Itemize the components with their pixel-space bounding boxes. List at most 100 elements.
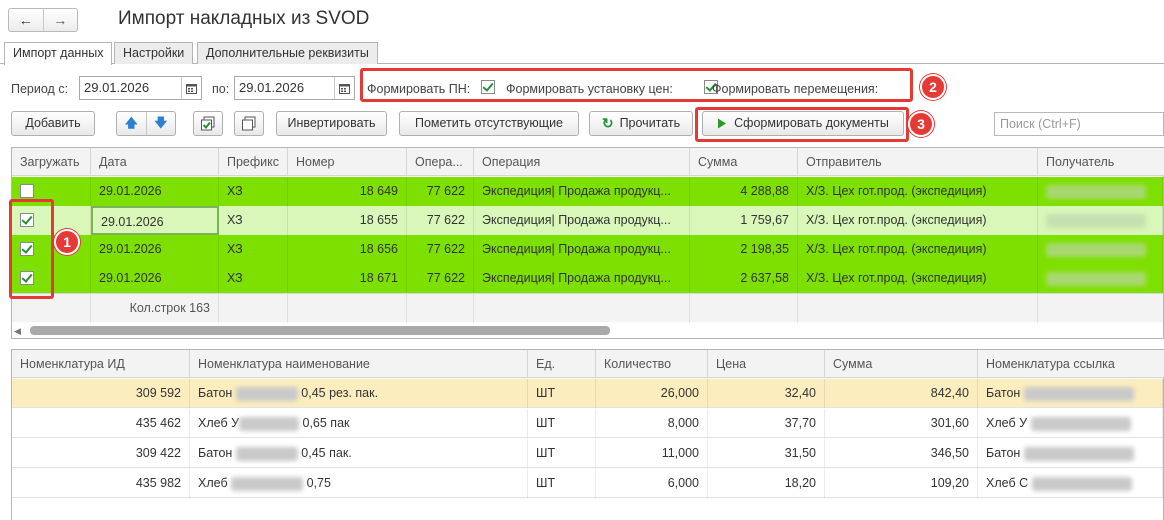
table-row[interactable]: 309 422 Батон 0,45 пак. ШТ 11,000 31,50 … <box>12 439 1163 468</box>
annotation-box-1 <box>9 199 54 299</box>
col-item-name[interactable]: Номенклатура наименование <box>190 350 528 378</box>
col-prefix[interactable]: Префикс <box>219 148 288 176</box>
cell-item-name: Хлеб У 0,65 пак <box>190 409 528 438</box>
load-checkbox[interactable] <box>20 184 34 198</box>
cell-receiver <box>1038 264 1163 293</box>
cell-unit: ШТ <box>528 409 596 438</box>
cell-unit: ШТ <box>528 469 596 498</box>
cell-item-id: 309 422 <box>12 439 190 468</box>
move-up-icon[interactable]: 🡅 <box>117 112 147 135</box>
cell-sender: Х/З. Цех гот.прод. (экспедиция) <box>798 235 1038 264</box>
cell-number: 18 656 <box>288 235 407 264</box>
col-number[interactable]: Номер <box>288 148 407 176</box>
period-to-field[interactable]: 29.01.2026 <box>234 76 355 100</box>
window-title: Импорт накладных из SVOD <box>118 8 370 29</box>
cell-prefix: ХЗ <box>219 206 288 235</box>
cell-prefix: ХЗ <box>219 264 288 293</box>
table-footer: Кол.строк 163 <box>12 293 1163 323</box>
col-sum[interactable]: Сумма <box>690 148 798 176</box>
annotation-box-3 <box>695 107 909 142</box>
cell-item-sum: 346,50 <box>825 439 978 468</box>
invert-button[interactable]: Инвертировать <box>276 111 387 136</box>
col-date[interactable]: Дата <box>91 148 219 176</box>
table-row[interactable]: 29.01.2026 ХЗ 18 649 77 622 Экспедиция| … <box>12 177 1163 206</box>
forward-button[interactable]: → <box>44 9 78 31</box>
cell-item-name: Батон 0,45 рез. пак. <box>190 379 528 408</box>
scroll-left-icon[interactable]: ◀ <box>14 327 21 336</box>
table-row[interactable]: 435 462 Хлеб У 0,65 пак ШТ 8,000 37,70 3… <box>12 409 1163 438</box>
mark-missing-button[interactable]: Пометить отсутствующие <box>399 111 579 136</box>
cell-quantity: 11,000 <box>596 439 708 468</box>
items-table-header: Номенклатура ИД Номенклатура наименовани… <box>12 350 1164 378</box>
cell-number: 18 671 <box>288 264 407 293</box>
col-item-sum[interactable]: Сумма <box>825 350 978 378</box>
col-item-link[interactable]: Номенклатура ссылка <box>978 350 1164 378</box>
history-nav: ← → <box>8 8 78 32</box>
move-buttons: 🡅 🡇 <box>116 111 176 136</box>
table-row[interactable]: 29.01.2026 ХЗ 18 671 77 622 Экспедиция| … <box>12 264 1163 293</box>
col-item-id[interactable]: Номенклатура ИД <box>12 350 190 378</box>
tab-import[interactable]: Импорт данных <box>4 42 113 65</box>
cell-quantity: 6,000 <box>596 469 708 498</box>
cell-sum: 2 637,58 <box>690 264 798 293</box>
calendar-icon[interactable] <box>334 77 354 99</box>
back-button[interactable]: ← <box>9 9 44 31</box>
cell-unit: ШТ <box>528 379 596 408</box>
cell-item-sum: 301,60 <box>825 409 978 438</box>
table-row[interactable]: 309 592 Батон 0,45 рез. пак. ШТ 26,000 3… <box>12 379 1163 408</box>
check-all-button[interactable] <box>193 111 223 136</box>
col-unit[interactable]: Ед. <box>528 350 596 378</box>
move-down-icon[interactable]: 🡇 <box>147 112 176 135</box>
annotation-box-2 <box>360 68 913 102</box>
cell-quantity: 26,000 <box>596 379 708 408</box>
cell-item-id: 435 982 <box>12 469 190 498</box>
table-row[interactable]: 435 982 Хлеб 0,75 ШТ 6,000 18,20 109,20 … <box>12 469 1163 498</box>
uncheck-all-icon <box>242 116 256 131</box>
cell-price: 18,20 <box>708 469 825 498</box>
cell-price: 32,40 <box>708 379 825 408</box>
cell-prefix: ХЗ <box>219 235 288 264</box>
cell-quantity: 8,000 <box>596 409 708 438</box>
cell-date: 29.01.2026 <box>91 235 219 264</box>
cell-sum: 1 759,67 <box>690 206 798 235</box>
tab-bar: Импорт данных Настройки Дополнительные р… <box>0 42 1164 65</box>
table-row[interactable]: 29.01.2026 ХЗ 18 656 77 622 Экспедиция| … <box>12 235 1163 264</box>
read-button[interactable]: ↻ Прочитать <box>589 111 693 136</box>
cell-op-code: 77 622 <box>407 235 474 264</box>
col-sender[interactable]: Отправитель <box>798 148 1038 176</box>
period-to-value: 29.01.2026 <box>239 80 305 95</box>
cell-item-link: Батон <box>978 439 1163 468</box>
add-button[interactable]: Добавить <box>11 111 95 136</box>
documents-table: Загружать Дата Префикс Номер Опера... Оп… <box>11 147 1164 339</box>
horizontal-scrollbar[interactable] <box>30 326 610 335</box>
annotation-badge-3: 3 <box>908 111 934 137</box>
documents-table-header: Загружать Дата Префикс Номер Опера... Оп… <box>12 148 1164 176</box>
cell-number: 18 649 <box>288 177 407 206</box>
cell-item-name: Батон 0,45 пак. <box>190 439 528 468</box>
tab-settings[interactable]: Настройки <box>114 42 194 64</box>
cell-op-code: 77 622 <box>407 264 474 293</box>
table-row[interactable]: 29.01.2026 ХЗ 18 655 77 622 Экспедиция| … <box>12 206 1163 235</box>
cell-sum: 2 198,35 <box>690 235 798 264</box>
col-op-code[interactable]: Опера... <box>407 148 474 176</box>
cell-receiver <box>1038 235 1163 264</box>
col-operation[interactable]: Операция <box>474 148 690 176</box>
calendar-icon[interactable] <box>181 77 201 99</box>
col-receiver[interactable]: Получатель <box>1038 148 1164 176</box>
annotation-badge-1: 1 <box>54 229 80 255</box>
cell-receiver <box>1038 177 1163 206</box>
uncheck-all-button[interactable] <box>234 111 264 136</box>
cell-price: 37,70 <box>708 409 825 438</box>
col-load[interactable]: Загружать <box>12 148 91 176</box>
cell-item-sum: 109,20 <box>825 469 978 498</box>
search-input[interactable]: Поиск (Ctrl+F) <box>994 112 1164 136</box>
cell-sender: Х/З. Цех гот.прод. (экспедиция) <box>798 264 1038 293</box>
cell-operation: Экспедиция| Продажа продукц... <box>474 206 690 235</box>
cell-sender: Х/З. Цех гот.прод. (экспедиция) <box>798 177 1038 206</box>
cell-date: 29.01.2026 <box>91 206 219 235</box>
tab-extra-attributes[interactable]: Дополнительные реквизиты <box>197 42 378 64</box>
col-price[interactable]: Цена <box>708 350 825 378</box>
period-from-field[interactable]: 29.01.2026 <box>79 76 202 100</box>
cell-number: 18 655 <box>288 206 407 235</box>
col-quantity[interactable]: Количество <box>596 350 708 378</box>
